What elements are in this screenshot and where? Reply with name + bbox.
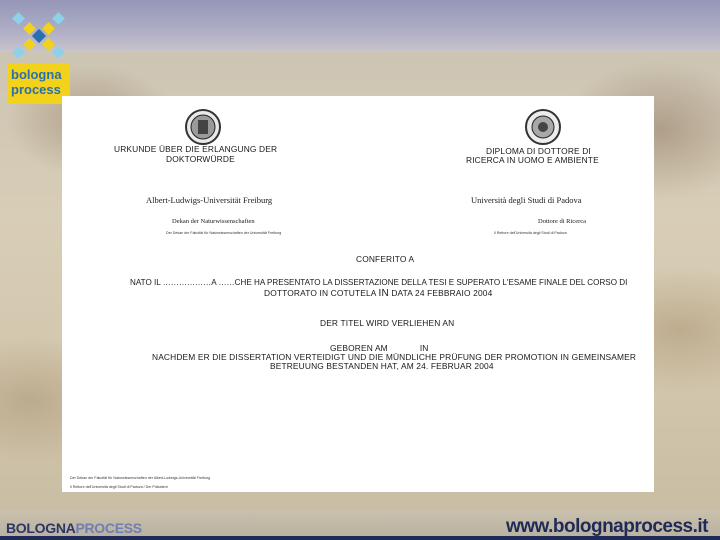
footer-brand: BOLOGNAPROCESS <box>6 520 142 536</box>
betreuung-text: BETREUUNG BESTANDEN HAT, <box>270 361 399 371</box>
right-department: Dottore di Ricerca <box>538 218 587 225</box>
left-title-line-1: URKUNDE ÜBER DIE ERLANGUNG DER <box>114 144 278 154</box>
logo-wordmark: bologna process <box>8 64 70 104</box>
left-department: Dekan der Naturwissenschaften <box>172 218 255 225</box>
dottorato-date: DATA 24 FEBBRAIO 2004 <box>391 288 493 298</box>
left-small-print: Der Dekan der Fakultät für Naturwissensc… <box>166 231 282 235</box>
freiburg-seal-icon <box>185 109 221 145</box>
left-university: Albert-Ludwigs-Universität Freiburg <box>146 195 273 205</box>
bologna-process-logo: bologna process <box>8 8 70 104</box>
bottom-small-print-1: Der Dekan der Fakultät für Naturwissensc… <box>70 476 211 480</box>
footer-brand-bologna: BOLOGNA <box>6 520 76 536</box>
right-university: Università degli Studi di Padova <box>471 195 582 205</box>
dottorato-line: DOTTORATO IN COTUTELA IN DATA 24 FEBBRAI… <box>264 288 492 299</box>
logo-cross-mark-icon <box>12 12 65 59</box>
padova-seal-icon <box>525 109 561 145</box>
top-banner <box>0 0 720 52</box>
dottorato-in: IN <box>378 288 389 299</box>
right-small-print: Il Rettore dell'Università degli Studi d… <box>494 231 567 235</box>
footer-brand-process: PROCESS <box>75 520 142 536</box>
diploma-document: URKUNDE ÜBER DIE ERLANGUNG DER DOKTORWÜR… <box>62 96 654 492</box>
footer-website-link[interactable]: www.bolognaprocess.it <box>506 516 709 538</box>
dottorato-text: DOTTORATO IN COTUTELA <box>264 288 377 298</box>
titel-line: DER TITEL WIRD VERLIEHEN AN <box>320 318 455 328</box>
conferito-heading: CONFERITO A <box>356 254 415 264</box>
right-title-line-2: RICERCA IN UOMO E AMBIENTE <box>466 155 599 165</box>
logo-word-bologna: bologna <box>11 67 62 82</box>
betreuung-line: BETREUUNG BESTANDEN HAT, AM 24. FEBRUAR … <box>270 361 494 371</box>
logo-word-process: process <box>11 82 61 97</box>
left-title-line-2: DOKTORWÜRDE <box>166 154 235 164</box>
nato-line: NATO IL ………………A ……CHE HA PRESENTATO LA D… <box>130 278 628 287</box>
bottom-small-print-2: Il Rettore dell'Università degli Studi d… <box>70 485 168 489</box>
betreuung-date: AM 24. FEBRUAR 2004 <box>400 361 494 371</box>
